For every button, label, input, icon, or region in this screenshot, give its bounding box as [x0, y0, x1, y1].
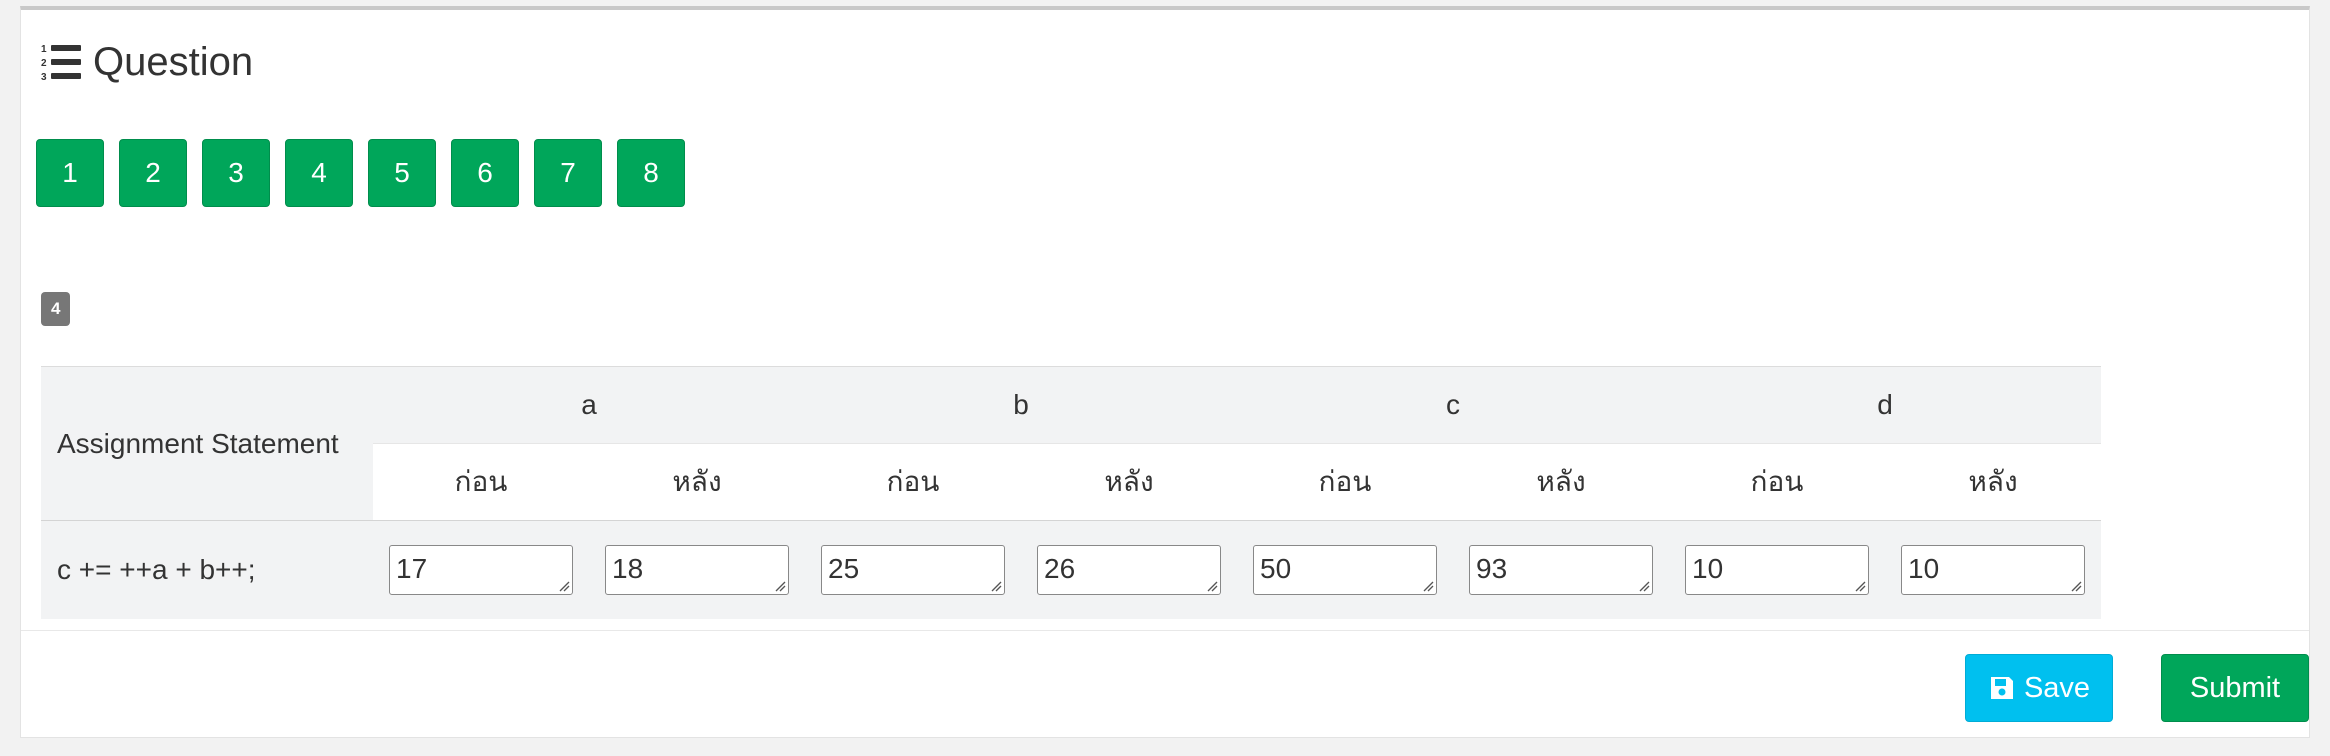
question-button-4[interactable]: 4 [285, 139, 353, 207]
var-header-b: b [805, 366, 1237, 444]
question-button-2[interactable]: 2 [119, 139, 187, 207]
d-after-value: 10 [1908, 553, 1940, 584]
before-header-b: ก่อน [805, 443, 1021, 521]
question-button-6[interactable]: 6 [451, 139, 519, 207]
question-button-8[interactable]: 8 [617, 139, 685, 207]
resize-handle-icon[interactable] [1422, 580, 1434, 592]
a-after-value: 18 [612, 553, 644, 584]
var-header-a: a [373, 366, 805, 444]
before-header-a: ก่อน [373, 443, 589, 521]
d-before-value: 10 [1692, 553, 1724, 584]
var-header-c: c [1237, 366, 1669, 444]
var-header-d: d [1669, 366, 2101, 444]
d-after-input[interactable]: 10 [1901, 545, 2085, 595]
after-header-d: หลัง [1885, 443, 2101, 521]
panel-header: 1 2 3 Question [41, 32, 253, 92]
a-before-value: 17 [396, 553, 428, 584]
question-button-1[interactable]: 1 [36, 139, 104, 207]
after-header-c: หลัง [1453, 443, 1669, 521]
footer-divider [21, 630, 2309, 631]
row-header-label: Assignment Statement [41, 366, 373, 521]
before-header-c: ก่อน [1237, 443, 1453, 521]
c-before-input[interactable]: 50 [1253, 545, 1437, 595]
c-after-value: 93 [1476, 553, 1508, 584]
after-header-a: หลัง [589, 443, 805, 521]
after-header-b: หลัง [1021, 443, 1237, 521]
submit-button[interactable]: Submit [2161, 654, 2309, 722]
before-header-d: ก่อน [1669, 443, 1885, 521]
resize-handle-icon[interactable] [990, 580, 1002, 592]
assignment-table: Assignment Statement a b c d ก่อน หลัง ก… [41, 366, 2101, 619]
page-title: Question [93, 39, 254, 84]
question-button-5[interactable]: 5 [368, 139, 436, 207]
floppy-disk-icon [1990, 677, 2013, 699]
save-button[interactable]: Save [1965, 654, 2113, 722]
d-before-input[interactable]: 10 [1685, 545, 1869, 595]
svg-text:1: 1 [41, 44, 47, 55]
c-before-value: 50 [1260, 553, 1292, 584]
save-label: Save [2023, 671, 2091, 704]
question-panel: 1 2 3 Question 1 2 3 4 5 6 7 8 4 Assignm… [20, 6, 2310, 738]
list-ol-icon: 1 2 3 [41, 44, 81, 82]
svg-text:3: 3 [41, 72, 47, 82]
question-button-7[interactable]: 7 [534, 139, 602, 207]
resize-handle-icon[interactable] [774, 580, 786, 592]
resize-handle-icon[interactable] [2070, 580, 2082, 592]
a-after-input[interactable]: 18 [605, 545, 789, 595]
b-before-value: 25 [828, 553, 860, 584]
resize-handle-icon[interactable] [558, 580, 570, 592]
resize-handle-icon[interactable] [1854, 580, 1866, 592]
question-nav: 1 2 3 4 5 6 7 8 [36, 139, 700, 207]
question-number-badge: 4 [41, 292, 71, 326]
resize-handle-icon[interactable] [1206, 580, 1218, 592]
question-button-3[interactable]: 3 [202, 139, 270, 207]
b-before-input[interactable]: 25 [821, 545, 1005, 595]
a-before-input[interactable]: 17 [389, 545, 573, 595]
resize-handle-icon[interactable] [1638, 580, 1650, 592]
assignment-statement: c += ++a + b++; [41, 520, 373, 619]
c-after-input[interactable]: 93 [1469, 545, 1653, 595]
b-after-input[interactable]: 26 [1037, 545, 1221, 595]
b-after-value: 26 [1044, 553, 1076, 584]
svg-text:2: 2 [41, 58, 47, 69]
